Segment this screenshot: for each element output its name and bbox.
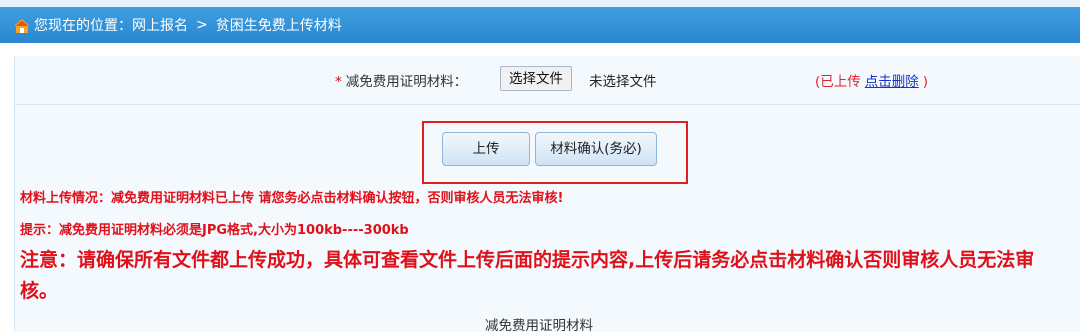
choose-file-button[interactable]: 选择文件 xyxy=(500,66,572,91)
upload-status-prefix: (已上传 xyxy=(815,74,861,90)
delete-link[interactable]: 点击删除 xyxy=(865,74,919,90)
upload-button[interactable]: 上传 xyxy=(442,132,530,166)
breadcrumb-item-current: 贫困生免费上传材料 xyxy=(215,18,342,34)
confirm-materials-button[interactable]: 材料确认(务必) xyxy=(535,132,657,166)
top-strip xyxy=(0,0,1080,7)
upload-status: (已上传 点击删除) xyxy=(815,70,928,90)
attention-note: 注意：请确保所有文件都上传成功，具体可查看文件上传后面的提示内容,上传后请务必点… xyxy=(20,249,1035,302)
breadcrumb: 您现在的位置： 网上报名 > 贫困生免费上传材料 xyxy=(0,7,1080,43)
upload-status-message: 材料上传情况：减免费用证明材料已上传 请您务必点击材料确认按钮，否则审核人员无法… xyxy=(20,191,564,206)
upload-field-row: * 减免费用证明材料： 选择文件 未选择文件 (已上传 点击删除) xyxy=(15,56,1080,105)
field-label: * 减免费用证明材料： xyxy=(335,70,467,90)
breadcrumb-separator: > xyxy=(196,17,208,33)
upload-status-suffix: ) xyxy=(922,74,929,90)
field-label-text: 减免费用证明材料： xyxy=(345,74,468,90)
location-prefix: 您现在的位置： xyxy=(34,18,132,34)
format-hint: 提示：减免费用证明材料必须是JPG格式,大小为100kb----300kb xyxy=(20,223,409,238)
section-label: 减免费用证明材料 xyxy=(485,318,593,334)
home-icon xyxy=(14,19,30,33)
upload-panel: * 减免费用证明材料： 选择文件 未选择文件 (已上传 点击删除) 上传 材料确认(… xyxy=(14,56,1080,334)
file-status: 未选择文件 xyxy=(589,74,657,90)
breadcrumb-item-signup[interactable]: 网上报名 xyxy=(132,15,188,35)
required-mark: * xyxy=(335,74,342,90)
